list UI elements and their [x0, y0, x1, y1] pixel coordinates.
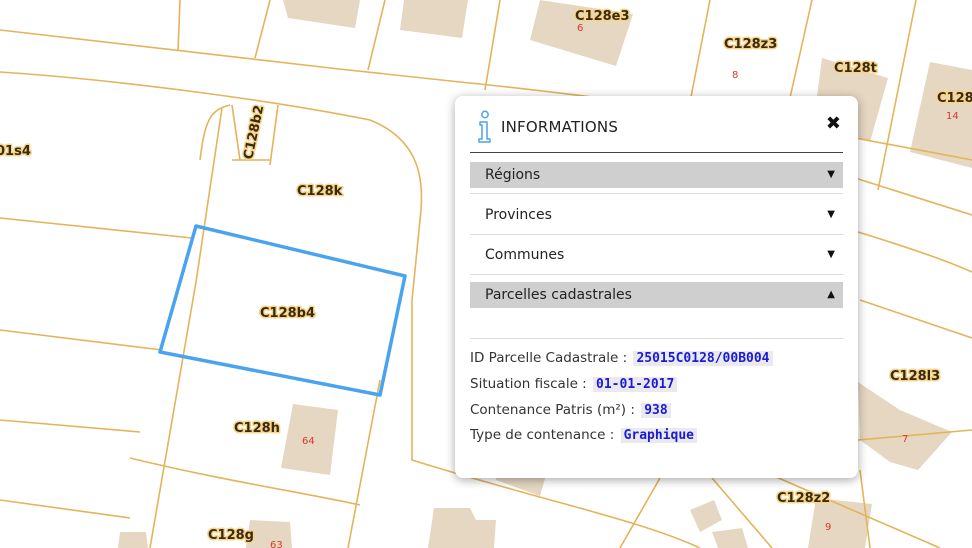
- divider: [470, 193, 843, 194]
- parcel-label: C128: [937, 91, 972, 106]
- parcel-label: C128t: [834, 61, 877, 76]
- panel-header: INFORMATIONS ✖: [470, 108, 843, 153]
- house-number: 7: [902, 434, 908, 445]
- accordion-parcelles-cadastrales[interactable]: Parcelles cadastrales ▲: [470, 282, 843, 308]
- field-contenance-patris: Contenance Patris (m²) : 938: [470, 402, 671, 418]
- field-id-parcelle: ID Parcelle Cadastrale : 25015C0128/00B0…: [470, 350, 773, 366]
- parcel-label: C128l3: [890, 369, 940, 384]
- info-icon: [478, 110, 491, 143]
- accordion-label: Communes: [485, 247, 565, 263]
- accordion-label: Provinces: [485, 207, 552, 223]
- accordion-communes[interactable]: Communes ▼: [470, 242, 843, 268]
- divider: [470, 274, 843, 275]
- informations-panel: INFORMATIONS ✖ Régions ▼ Provinces ▼ Com…: [455, 96, 858, 478]
- parcel-label: C128z2: [777, 491, 830, 506]
- field-value: 938: [641, 403, 671, 418]
- parcel-label: C128h: [234, 421, 280, 436]
- house-number: 14: [946, 111, 959, 122]
- field-label: Type de contenance :: [470, 427, 615, 443]
- close-icon[interactable]: ✖: [826, 114, 841, 134]
- field-type-contenance: Type de contenance : Graphique: [470, 427, 698, 443]
- caret-down-icon: ▼: [827, 249, 835, 260]
- house-number: 8: [732, 70, 738, 81]
- caret-down-icon: ▼: [827, 169, 835, 180]
- field-label: Contenance Patris (m²) :: [470, 402, 635, 418]
- accordion-regions[interactable]: Régions ▼: [470, 162, 843, 188]
- divider: [470, 338, 843, 339]
- accordion-label: Parcelles cadastrales: [485, 287, 632, 303]
- caret-down-icon: ▼: [827, 209, 835, 220]
- house-number: 63: [270, 540, 283, 548]
- field-value: Graphique: [620, 428, 698, 443]
- divider: [470, 234, 843, 235]
- field-label: Situation fiscale :: [470, 376, 587, 392]
- field-label: ID Parcelle Cadastrale :: [470, 350, 628, 366]
- field-value: 01-01-2017: [593, 377, 678, 392]
- panel-title: INFORMATIONS: [501, 118, 619, 136]
- house-number: 64: [302, 436, 315, 447]
- accordion-label: Régions: [485, 167, 541, 183]
- field-value: 25015C0128/00B004: [633, 351, 773, 366]
- parcel-label: C128k: [297, 184, 343, 199]
- accordion-provinces[interactable]: Provinces ▼: [470, 202, 843, 228]
- parcel-label-selected: C128b4: [260, 306, 315, 321]
- parcel-label: C128e3: [575, 9, 630, 24]
- house-number: 6: [577, 23, 583, 34]
- field-situation-fiscale: Situation fiscale : 01-01-2017: [470, 376, 678, 392]
- parcel-label: C128g: [208, 528, 254, 543]
- caret-up-icon: ▲: [827, 289, 835, 300]
- house-number: 9: [825, 522, 831, 533]
- parcel-label: C128z3: [724, 37, 777, 52]
- parcel-label: 01s4: [0, 144, 31, 159]
